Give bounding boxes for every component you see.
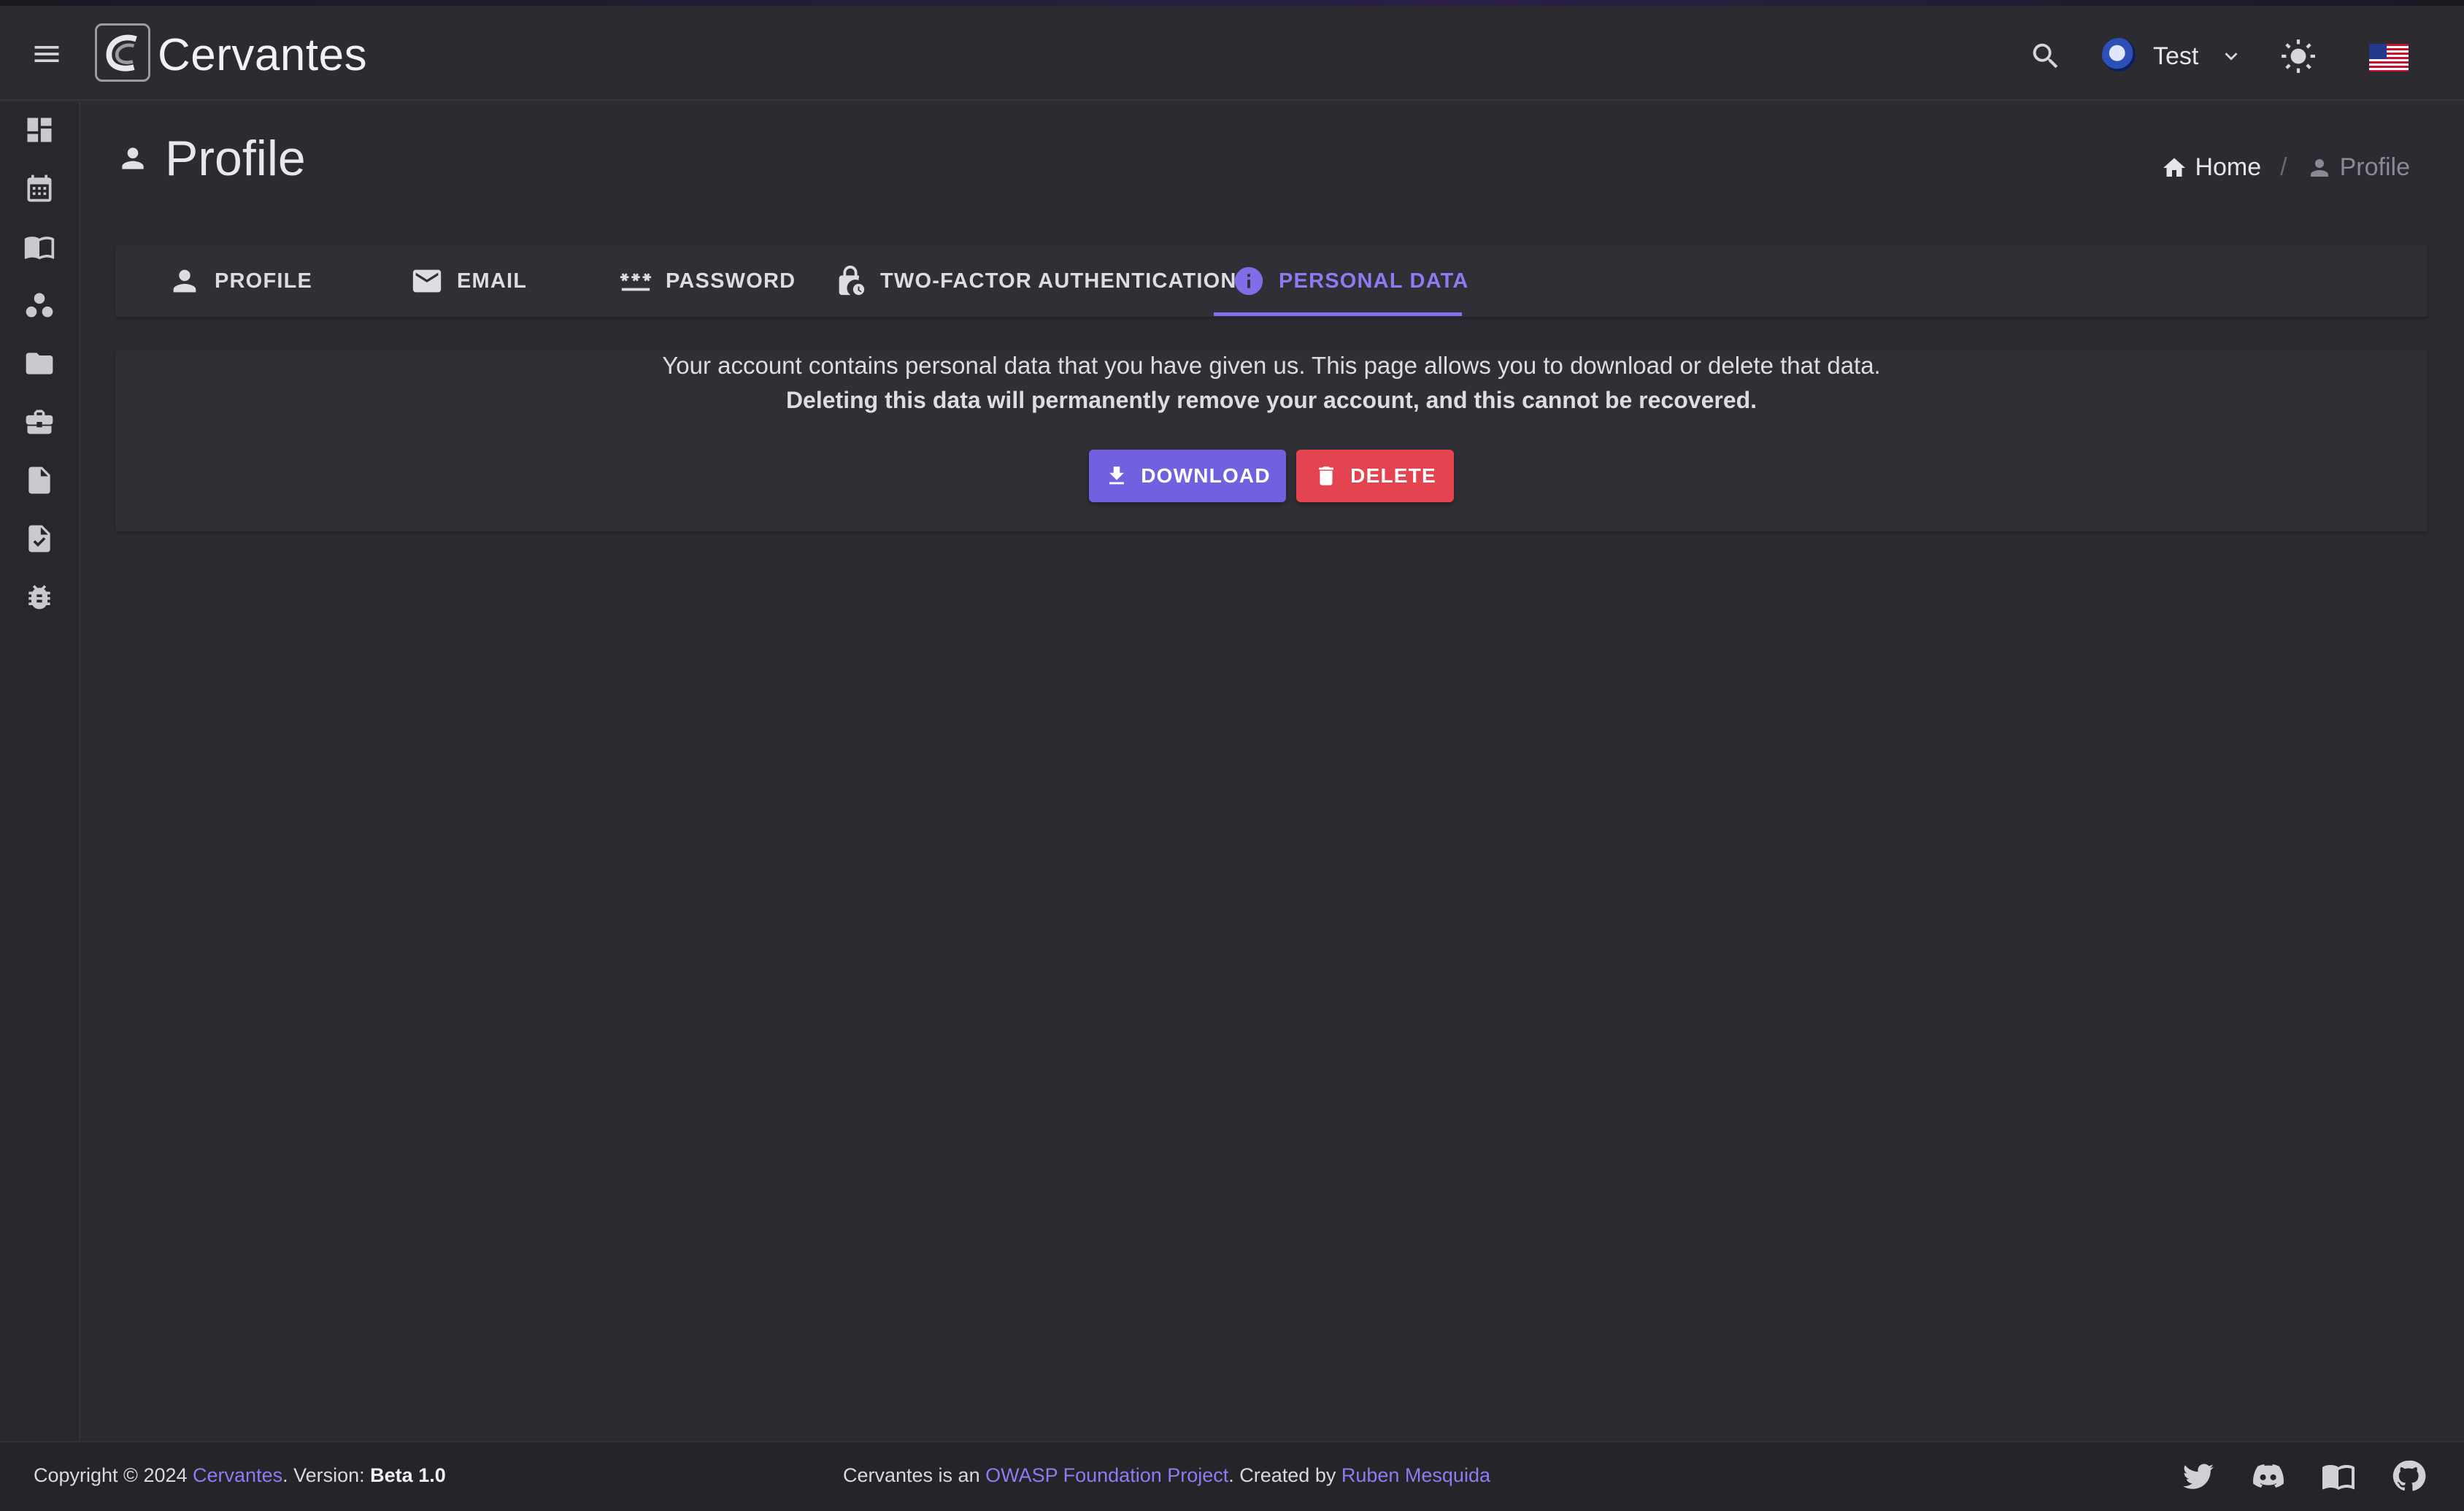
version-prefix: . Version: xyxy=(282,1464,371,1486)
checklist-icon[interactable] xyxy=(23,523,55,555)
trash-icon xyxy=(1319,466,1334,485)
breadcrumb-current-label: Profile xyxy=(2339,153,2410,181)
user-avatar[interactable] xyxy=(2102,38,2136,72)
book-icon[interactable] xyxy=(23,231,55,263)
breadcrumb-home-label: Home xyxy=(2195,153,2262,181)
breadcrumb: Home / Profile xyxy=(2161,153,2410,182)
personal-data-description: Your account contains personal data that… xyxy=(662,352,1881,379)
tab-two-factor[interactable]: TWO-FACTOR AUTHENTICATION xyxy=(833,245,1237,317)
delete-button[interactable]: DELETE xyxy=(1296,450,1454,502)
brand-logo[interactable] xyxy=(95,23,150,82)
footer-credits: Cervantes is an OWASP Foundation Project… xyxy=(843,1464,1490,1487)
us-flag-icon[interactable] xyxy=(2369,44,2409,72)
download-icon xyxy=(1109,466,1125,485)
footer: Copyright © 2024 Cervantes. Version: Bet… xyxy=(0,1441,2464,1511)
tab-label: PROFILE xyxy=(215,269,313,293)
person-icon xyxy=(2310,158,2328,177)
owasp-link[interactable]: OWASP Foundation Project xyxy=(985,1464,1228,1486)
author-link[interactable]: Ruben Mesquida xyxy=(1341,1464,1490,1486)
credits-prefix: Cervantes is an xyxy=(843,1464,986,1486)
breadcrumb-home[interactable]: Home xyxy=(2161,153,2261,182)
breadcrumb-separator: / xyxy=(2280,153,2287,181)
sidebar xyxy=(0,102,80,1441)
personal-data-warning: Deleting this data will permanently remo… xyxy=(785,387,1757,413)
cervantes-link[interactable]: Cervantes xyxy=(193,1464,282,1486)
download-button-label: DOWNLOAD xyxy=(1141,464,1271,487)
person-icon xyxy=(122,147,144,169)
user-name[interactable]: Test xyxy=(2153,42,2198,71)
profile-tabs: PROFILE EMAIL PASSWORD TWO-FACTOR AUTHEN… xyxy=(115,245,2428,317)
discord-icon[interactable] xyxy=(2251,1458,2286,1493)
workspaces-icon[interactable] xyxy=(23,289,55,321)
bug-icon[interactable] xyxy=(23,581,55,613)
password-icon xyxy=(620,273,652,291)
twitter-icon[interactable] xyxy=(2181,1458,2216,1493)
person-icon xyxy=(173,269,196,293)
tab-label: TWO-FACTOR AUTHENTICATION xyxy=(880,269,1237,293)
tab-email[interactable]: EMAIL xyxy=(410,245,527,317)
docs-book-icon[interactable] xyxy=(2321,1458,2356,1493)
footer-copyright: Copyright © 2024 Cervantes. Version: Bet… xyxy=(34,1464,446,1487)
download-button[interactable]: DOWNLOAD xyxy=(1089,450,1286,502)
delete-button-label: DELETE xyxy=(1350,464,1436,487)
menu-icon[interactable] xyxy=(31,38,63,70)
app-bar: Cervantes Test xyxy=(0,6,2464,101)
page-title: Profile xyxy=(165,131,306,186)
search-icon[interactable] xyxy=(2029,39,2063,73)
created-by-text: . Created by xyxy=(1228,1464,1341,1486)
tab-personal-data[interactable]: PERSONAL DATA xyxy=(1232,245,1469,317)
page-header: Profile xyxy=(117,130,306,187)
dashboard-icon[interactable] xyxy=(23,114,55,146)
breadcrumb-current: Profile xyxy=(2306,153,2410,182)
window-top-strip xyxy=(0,0,2464,6)
calendar-icon[interactable] xyxy=(23,172,55,204)
home-icon xyxy=(2163,158,2186,177)
version-value: Beta 1.0 xyxy=(370,1464,446,1486)
mail-icon xyxy=(412,269,442,293)
info-icon xyxy=(1234,266,1263,296)
active-tab-indicator xyxy=(1214,312,1462,316)
tab-password[interactable]: PASSWORD xyxy=(619,245,796,317)
lock-icon xyxy=(839,265,865,296)
tab-label: PASSWORD xyxy=(666,269,796,293)
brand-name[interactable]: Cervantes xyxy=(158,29,367,81)
tab-label: PERSONAL DATA xyxy=(1279,269,1469,293)
sun-icon[interactable] xyxy=(2280,38,2317,74)
copyright-text: Copyright © 2024 xyxy=(34,1464,193,1486)
tab-profile[interactable]: PROFILE xyxy=(168,245,312,317)
chevron-down-icon[interactable] xyxy=(2219,44,2244,69)
document-icon[interactable] xyxy=(23,464,55,496)
github-icon[interactable] xyxy=(2391,1458,2426,1493)
tab-label: EMAIL xyxy=(457,269,528,293)
